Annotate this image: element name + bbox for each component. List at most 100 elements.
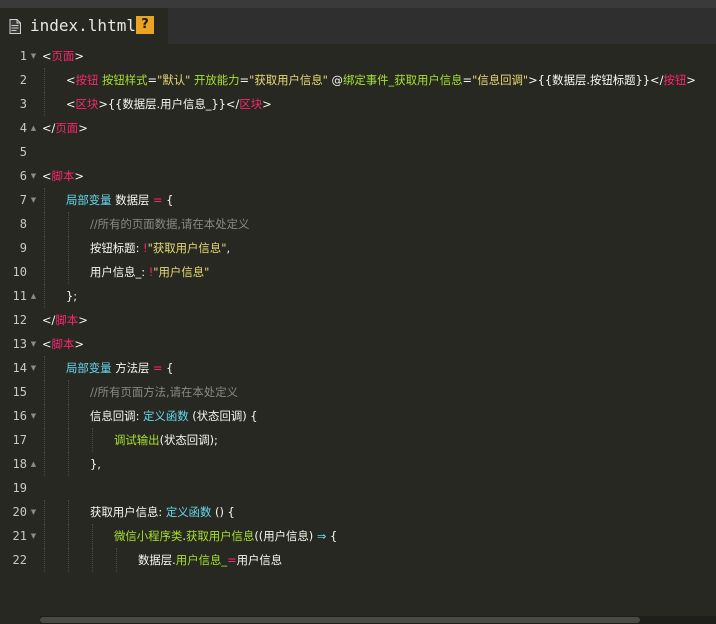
code-text: 信息回调: 定义函数 (状态回调) { bbox=[90, 404, 258, 428]
line-number: 7 bbox=[19, 193, 27, 207]
code-line[interactable]: 4 ▲ </页面> bbox=[0, 116, 716, 140]
indent-guide bbox=[44, 284, 45, 308]
code-line[interactable]: 17 调试输出(状态回调); bbox=[0, 428, 716, 452]
code-token: 用户信息_ bbox=[175, 553, 228, 567]
code-token: 绑定事件_获取用户信息 bbox=[342, 73, 463, 87]
indent-guide bbox=[44, 212, 45, 236]
horizontal-scrollbar[interactable] bbox=[40, 616, 716, 624]
code-line[interactable]: 6 ▼ <脚本> bbox=[0, 164, 716, 188]
code-token: 微信小程序类 bbox=[114, 529, 183, 543]
fold-arrow-down-icon[interactable]: ▼ bbox=[29, 164, 38, 188]
code-line[interactable]: 12 </脚本> bbox=[0, 308, 716, 332]
fold-arrow-up-icon[interactable]: ▲ bbox=[29, 284, 38, 308]
code-line[interactable]: 14 ▼ 局部变量 方法层 = { bbox=[0, 356, 716, 380]
code-token: 用户信息 bbox=[236, 553, 283, 567]
line-number: 16 bbox=[12, 409, 27, 423]
code-token: = bbox=[239, 73, 250, 87]
code-line[interactable]: 2 <按钮 按钮样式="默认" 开放能力="获取用户信息" @绑定事件_获取用户信… bbox=[0, 68, 716, 92]
code-line[interactable]: 11 ▲}; bbox=[0, 284, 716, 308]
scrollbar-thumb[interactable] bbox=[40, 617, 640, 623]
indent-guide bbox=[68, 260, 69, 284]
code-token: 数据层 bbox=[115, 193, 153, 207]
fold-arrow-down-icon[interactable]: ▼ bbox=[29, 332, 38, 356]
code-token: ⇒ bbox=[316, 529, 327, 543]
indent-guide bbox=[44, 404, 45, 428]
line-number: 22 bbox=[12, 553, 27, 567]
code-token: 按钮 bbox=[663, 73, 687, 87]
tab-title: index.lhtml bbox=[30, 16, 136, 35]
code-text: <页面> bbox=[42, 44, 84, 68]
fold-arrow-down-icon[interactable]: ▼ bbox=[29, 404, 38, 428]
code-line[interactable]: 20 ▼ 获取用户信息: 定义函数 () { bbox=[0, 500, 716, 524]
code-text: 用户信息_: !"用户信息" bbox=[90, 260, 209, 284]
code-token: >{{数据层.用户信息_}}</ bbox=[98, 97, 240, 111]
line-number: 18 bbox=[12, 457, 27, 471]
line-number: 1 bbox=[19, 49, 27, 63]
indent-guide bbox=[44, 260, 45, 284]
indent-guide bbox=[68, 500, 69, 524]
code-line[interactable]: 9 按钮标题: !"获取用户信息", bbox=[0, 236, 716, 260]
code-text: </页面> bbox=[42, 116, 88, 140]
code-line[interactable]: 5 bbox=[0, 140, 716, 164]
code-line[interactable]: 10 用户信息_: !"用户信息" bbox=[0, 260, 716, 284]
code-token: (状态回调) { bbox=[192, 409, 258, 423]
fold-arrow-up-icon[interactable]: ▲ bbox=[29, 116, 38, 140]
code-text: }; bbox=[66, 284, 77, 308]
fold-arrow-up-icon[interactable]: ▲ bbox=[29, 452, 38, 476]
line-number: 4 bbox=[19, 121, 27, 135]
code-token: 数据层. bbox=[138, 553, 176, 567]
code-line[interactable]: 7 ▼ 局部变量 数据层 = { bbox=[0, 188, 716, 212]
code-line[interactable]: 21 ▼ 微信小程序类.获取用户信息((用户信息) ⇒ { bbox=[0, 524, 716, 548]
code-token: </ bbox=[42, 313, 56, 327]
code-line[interactable]: 13 ▼ <脚本> bbox=[0, 332, 716, 356]
code-token: "获取用户信息" bbox=[249, 73, 332, 87]
code-text: <脚本> bbox=[42, 164, 84, 188]
help-badge-icon[interactable]: ? bbox=[136, 16, 154, 34]
tab-bar: index.lhtml ? bbox=[0, 0, 716, 44]
code-line[interactable]: 16 ▼ 信息回调: 定义函数 (状态回调) { bbox=[0, 404, 716, 428]
indent-guide bbox=[68, 380, 69, 404]
code-token: < bbox=[42, 169, 52, 183]
code-text: <脚本> bbox=[42, 332, 84, 356]
code-token: > bbox=[74, 169, 84, 183]
indent-guide bbox=[44, 452, 45, 476]
file-icon bbox=[9, 19, 21, 34]
code-line[interactable]: 22 数据层.用户信息_=用户信息 bbox=[0, 548, 716, 572]
tab-index-lhtml[interactable]: index.lhtml ? bbox=[0, 8, 168, 44]
indent-guide bbox=[44, 92, 45, 116]
code-editor[interactable]: 1 ▼ <页面> 2 <按钮 按钮样式="默认" 开放能力="获取用户信息" @绑定事件… bbox=[0, 44, 716, 624]
code-token: 调试输出 bbox=[114, 433, 160, 447]
code-line[interactable]: 18 ▲}, bbox=[0, 452, 716, 476]
code-token: = bbox=[147, 73, 158, 87]
code-text: 获取用户信息: 定义函数 () { bbox=[90, 500, 235, 524]
code-text: 调试输出(状态回调); bbox=[114, 428, 218, 452]
indent-guide bbox=[44, 380, 45, 404]
line-number: 12 bbox=[12, 313, 27, 327]
code-text: //所有页面方法,请在本处定义 bbox=[90, 380, 238, 404]
fold-arrow-down-icon[interactable]: ▼ bbox=[29, 524, 38, 548]
code-token: >{{数据层.按钮标题}}</ bbox=[528, 73, 664, 87]
indent-guide bbox=[44, 524, 45, 548]
line-number: 3 bbox=[19, 97, 27, 111]
code-text: 数据层.用户信息_=用户信息 bbox=[138, 548, 282, 572]
line-number: 8 bbox=[19, 217, 27, 231]
fold-arrow-down-icon[interactable]: ▼ bbox=[29, 44, 38, 68]
code-token: "信息回调" bbox=[472, 73, 529, 87]
fold-arrow-down-icon[interactable]: ▼ bbox=[29, 500, 38, 524]
code-token: > bbox=[74, 49, 84, 63]
code-line[interactable]: 15 //所有页面方法,请在本处定义 bbox=[0, 380, 716, 404]
code-token: 获取用户信息 bbox=[185, 529, 255, 543]
code-line[interactable]: 19 bbox=[0, 476, 716, 500]
code-token: > bbox=[78, 313, 88, 327]
code-token: , bbox=[226, 241, 231, 255]
indent-guide bbox=[92, 548, 93, 572]
code-line[interactable]: 3 <区块>{{数据层.用户信息_}}</区块> bbox=[0, 92, 716, 116]
indent-guide bbox=[92, 524, 93, 548]
code-token: > bbox=[78, 121, 88, 135]
indent-guide bbox=[68, 236, 69, 260]
fold-arrow-down-icon[interactable]: ▼ bbox=[29, 356, 38, 380]
line-number: 9 bbox=[19, 241, 27, 255]
code-line[interactable]: 8 //所有的页面数据,请在本处定义 bbox=[0, 212, 716, 236]
fold-arrow-down-icon[interactable]: ▼ bbox=[29, 188, 38, 212]
code-line[interactable]: 1 ▼ <页面> bbox=[0, 44, 716, 68]
